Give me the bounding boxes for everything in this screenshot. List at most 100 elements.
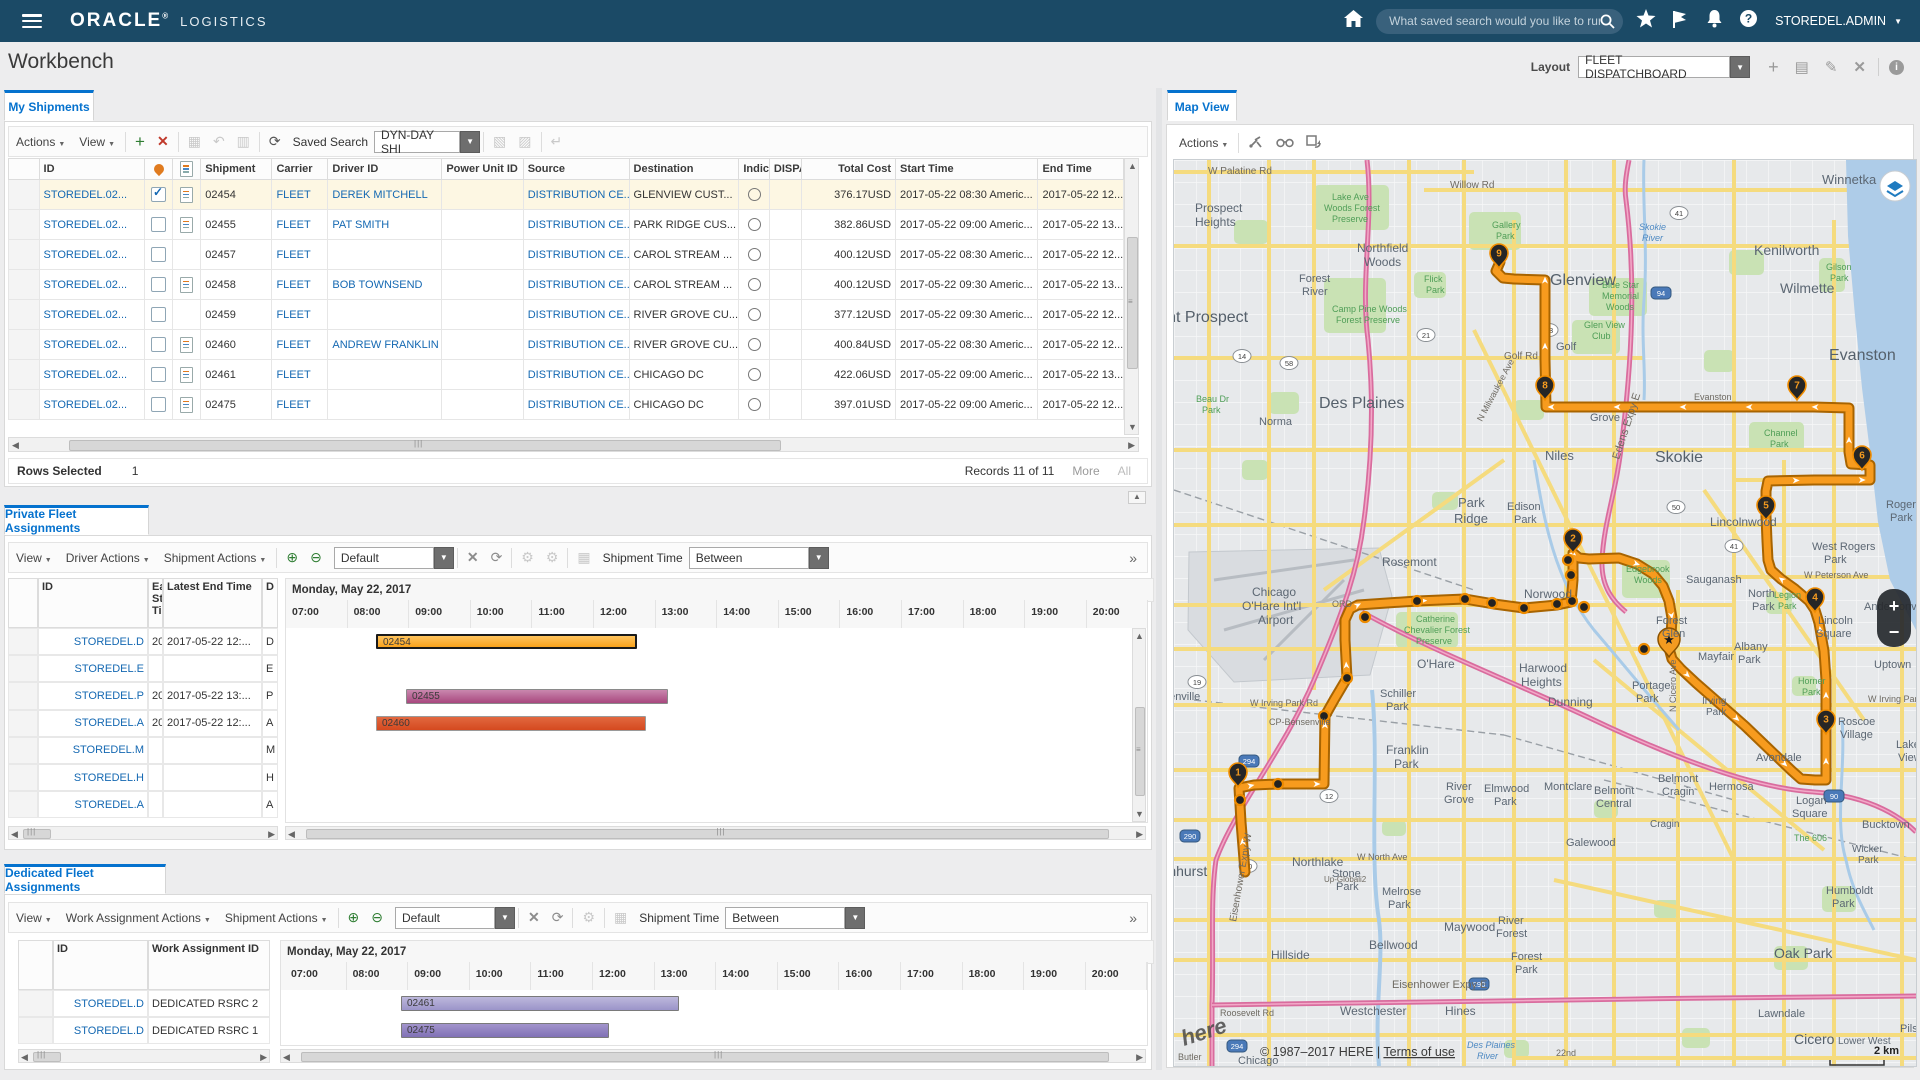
table-row[interactable]: STOREDEL.02...02457FLEETDISTRIBUTION CE.…: [9, 240, 1124, 270]
df-zoom-preset-select[interactable]: Default: [395, 907, 495, 929]
map-binoculars-icon[interactable]: [1270, 135, 1300, 151]
shipment-id-link[interactable]: STOREDEL.02...: [44, 219, 128, 231]
map-shipment-event-dot[interactable]: [1273, 779, 1283, 789]
table-row[interactable]: STOREDEL.02...02475FLEETDISTRIBUTION CE.…: [9, 390, 1124, 420]
gantt-vscrollbar[interactable]: ▲≡▼: [1132, 628, 1146, 822]
document-icon[interactable]: [180, 367, 193, 383]
edit-layout-button[interactable]: ✎: [1817, 58, 1846, 76]
saved-search-dropdown-icon[interactable]: ▼: [460, 131, 480, 153]
df-zoom-preset-dropdown-icon[interactable]: ▼: [495, 907, 515, 929]
undo-icon[interactable]: ↶: [207, 133, 231, 150]
shipment-id-link[interactable]: STOREDEL.02...: [44, 369, 128, 381]
source-link[interactable]: DISTRIBUTION CE...: [528, 309, 629, 321]
layout-select[interactable]: FLEET DISPATCHBOARD: [1578, 56, 1730, 78]
gantt-row-id-link[interactable]: STOREDEL.D: [74, 636, 144, 648]
refresh-icon[interactable]: ⟳: [263, 133, 287, 150]
gantt-bar-02461[interactable]: 02461: [401, 996, 679, 1011]
user-menu-caret-icon[interactable]: ▼: [1894, 17, 1902, 26]
show-gantt-icon[interactable]: ▨: [512, 133, 537, 150]
gantt-left-hscrollbar[interactable]: ◀|||▶: [8, 826, 278, 840]
map-actions-menu[interactable]: Actions▼: [1172, 136, 1235, 150]
saved-search-select[interactable]: DYN-DAY SHI: [374, 131, 460, 153]
table-row[interactable]: STOREDEL.02...02454FLEETDEREK MITCHELLDI…: [9, 180, 1124, 210]
source-link[interactable]: DISTRIBUTION CE...: [528, 219, 629, 231]
carrier-link[interactable]: FLEET: [276, 219, 310, 231]
gantt-row-id-link[interactable]: STOREDEL.H: [74, 772, 144, 784]
map-shipment-event-dot[interactable]: [1579, 602, 1589, 612]
gantt-bar-02454[interactable]: 02454: [376, 634, 637, 649]
map-legend-icon[interactable]: [1300, 135, 1327, 152]
map-tools-icon[interactable]: [1242, 135, 1270, 152]
df-shipment-actions-menu[interactable]: Shipment Actions▼: [218, 911, 335, 925]
map-shipment-event-dot[interactable]: [1566, 570, 1576, 580]
map-shipment-event-dot[interactable]: [1342, 673, 1352, 683]
driver-link[interactable]: DEREK MITCHELL: [332, 189, 427, 201]
row-checkbox[interactable]: [151, 397, 166, 412]
pf-shipment-time-select[interactable]: Between: [689, 547, 809, 569]
pf-overflow-chevrons[interactable]: »: [1129, 550, 1147, 566]
source-link[interactable]: DISTRIBUTION CE...: [528, 189, 629, 201]
map-shipment-event-dot[interactable]: [1460, 594, 1470, 604]
row-checkbox[interactable]: [151, 337, 166, 352]
add-layout-button[interactable]: +: [1760, 57, 1787, 78]
row-checkbox[interactable]: [151, 247, 166, 262]
document-icon[interactable]: [180, 187, 193, 203]
gantt-row-id-link[interactable]: STOREDEL.A: [75, 717, 145, 729]
tab-my-shipments[interactable]: My Shipments: [4, 90, 94, 121]
df-view-menu[interactable]: View▼: [9, 911, 59, 925]
gantt-hscrollbar[interactable]: ◀|||▶: [280, 1049, 1146, 1063]
pf-view-menu[interactable]: View▼: [9, 551, 59, 565]
map-shipment-event-dot[interactable]: [1487, 598, 1497, 608]
delete-layout-button[interactable]: ✕: [1845, 58, 1874, 76]
map-shipment-event-dot[interactable]: [1235, 795, 1245, 805]
gantt-left-hscrollbar[interactable]: ◀|||▶: [18, 1049, 270, 1063]
driver-link[interactable]: PAT SMITH: [332, 219, 389, 231]
records-all-button[interactable]: All: [1118, 464, 1147, 478]
gantt-row-id-link[interactable]: STOREDEL.D: [74, 1025, 144, 1037]
user-menu[interactable]: STOREDEL.ADMIN: [1775, 14, 1886, 28]
pf-clear-icon[interactable]: ✕: [461, 549, 485, 566]
shipments-vscrollbar[interactable]: ▲ ≡ ▼: [1124, 158, 1139, 435]
df-zoom-in-icon[interactable]: ⊕: [342, 909, 366, 926]
home-icon[interactable]: [1336, 10, 1370, 32]
pf-zoom-in-icon[interactable]: ⊕: [280, 549, 304, 566]
row-checkbox[interactable]: [151, 277, 166, 292]
df-overflow-chevrons[interactable]: »: [1129, 910, 1147, 926]
help-icon[interactable]: ?: [1731, 9, 1765, 33]
gantt-row-id-link[interactable]: STOREDEL.M: [73, 744, 144, 756]
pf-settings-icon[interactable]: ⚙: [540, 549, 565, 566]
map-shipment-event-dot[interactable]: [1360, 612, 1370, 622]
shipment-id-link[interactable]: STOREDEL.02...: [44, 279, 128, 291]
go-icon[interactable]: ↵: [545, 133, 569, 150]
map-shipment-event-dot[interactable]: [1412, 596, 1422, 606]
map-shipment-event-dot[interactable]: [1639, 644, 1649, 654]
driver-link[interactable]: BOB TOWNSEND: [332, 279, 422, 291]
gantt-bar-02460[interactable]: 02460: [376, 716, 646, 731]
shipment-id-link[interactable]: STOREDEL.02...: [44, 399, 128, 411]
gantt-row-id-link[interactable]: STOREDEL.A: [75, 799, 145, 811]
records-more-button[interactable]: More: [1054, 464, 1117, 478]
row-checkbox[interactable]: [151, 217, 166, 232]
table-row[interactable]: STOREDEL.02...02461FLEETDISTRIBUTION CE.…: [9, 360, 1124, 390]
layout-select-dropdown-icon[interactable]: ▼: [1730, 56, 1750, 78]
tab-map-view[interactable]: Map View: [1167, 90, 1237, 121]
df-work-assignment-actions-menu[interactable]: Work Assignment Actions▼: [59, 911, 218, 925]
df-settings-icon[interactable]: ⚙: [576, 909, 601, 926]
search-icon[interactable]: [1600, 14, 1615, 29]
df-grid-icon[interactable]: ▦: [608, 909, 633, 926]
gantt-hscrollbar[interactable]: ◀|||▶: [285, 826, 1146, 840]
zoom-in-button[interactable]: +: [1889, 596, 1900, 616]
source-link[interactable]: DISTRIBUTION CE...: [528, 339, 629, 351]
pf-zoom-out-icon[interactable]: ⊖: [304, 549, 328, 566]
table-row[interactable]: STOREDEL.02...02460FLEETANDREW FRANKLIND…: [9, 330, 1124, 360]
shipments-actions-menu[interactable]: Actions▼: [9, 135, 72, 149]
flag-icon[interactable]: [1663, 10, 1697, 33]
table-row[interactable]: STOREDEL.02...02458FLEETBOB TOWNSENDDIST…: [9, 270, 1124, 300]
carrier-link[interactable]: FLEET: [276, 369, 310, 381]
show-map-icon[interactable]: ▧: [487, 133, 512, 150]
map-zoom-control[interactable]: +−: [1877, 589, 1911, 647]
source-link[interactable]: DISTRIBUTION CE...: [528, 279, 629, 291]
info-icon[interactable]: i: [1889, 60, 1904, 75]
shipment-id-link[interactable]: STOREDEL.02...: [44, 189, 128, 201]
table-row[interactable]: STOREDEL.02...02455FLEETPAT SMITHDISTRIB…: [9, 210, 1124, 240]
